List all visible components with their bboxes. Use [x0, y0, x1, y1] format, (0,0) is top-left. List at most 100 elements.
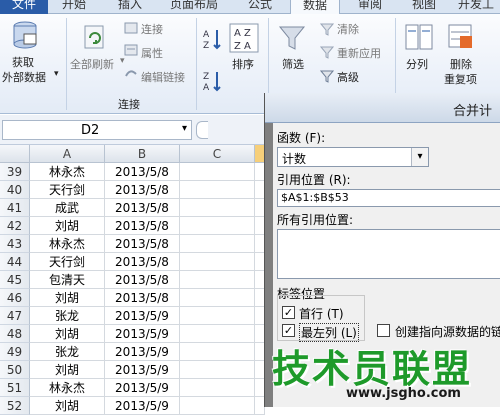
select-all-corner[interactable] [0, 145, 30, 163]
cell-date[interactable]: 2013/5/8 [105, 235, 180, 253]
tab-file[interactable]: 文件 [0, 0, 48, 14]
edit-links-button[interactable]: 编辑链接 [141, 69, 185, 85]
dropdown-arrow-icon[interactable]: ▾ [54, 69, 59, 79]
column-header-a[interactable]: A [30, 145, 105, 163]
text-to-columns-button[interactable]: 分列 [406, 56, 428, 72]
cell-date[interactable]: 2013/5/8 [105, 199, 180, 217]
row-header[interactable]: 46 [0, 289, 30, 307]
tab-insert[interactable]: 插入 [118, 0, 142, 14]
function-select[interactable]: 计数 ▾ [277, 147, 429, 167]
cell-date[interactable]: 2013/5/8 [105, 163, 180, 181]
left-column-checkbox[interactable]: ✓ [282, 324, 295, 337]
name-box[interactable]: D2 ▾ [2, 120, 192, 140]
get-external-data-label-1[interactable]: 获取 [12, 54, 34, 70]
cell-date[interactable]: 2013/5/8 [105, 253, 180, 271]
cell-name[interactable]: 刘胡 [30, 397, 105, 415]
column-header-b[interactable]: B [105, 145, 180, 163]
cell-name[interactable]: 刘胡 [30, 217, 105, 235]
top-row-checkbox[interactable]: ✓ [282, 306, 295, 319]
cell-date[interactable]: 2013/5/9 [105, 325, 180, 343]
cell-name[interactable]: 刘胡 [30, 325, 105, 343]
cell-date[interactable]: 2013/5/8 [105, 181, 180, 199]
properties-button[interactable]: 属性 [141, 45, 163, 61]
top-row-label[interactable]: 首行 (T) [299, 305, 344, 322]
cell-name[interactable]: 林永杰 [30, 235, 105, 253]
chevron-down-icon[interactable]: ▾ [411, 148, 428, 166]
cell-empty[interactable] [180, 253, 255, 271]
text-to-columns-icon[interactable] [404, 22, 434, 52]
cell-empty[interactable] [180, 379, 255, 397]
reference-input[interactable]: $A$1:$B$53 [277, 189, 500, 207]
sort-za-icon[interactable]: ZA [203, 70, 221, 93]
row-header[interactable]: 41 [0, 199, 30, 217]
sort-dialog-icon[interactable]: A Z Z A [228, 22, 260, 54]
cell-name[interactable]: 刘胡 [30, 361, 105, 379]
cell-name[interactable]: 刘胡 [30, 289, 105, 307]
tab-page-layout[interactable]: 页面布局 [170, 0, 218, 14]
row-header[interactable]: 45 [0, 271, 30, 289]
refresh-icon[interactable] [82, 24, 108, 50]
cell-empty[interactable] [180, 343, 255, 361]
cell-date[interactable]: 2013/5/9 [105, 379, 180, 397]
cell-empty[interactable] [180, 289, 255, 307]
link-source-checkbox[interactable] [377, 324, 390, 337]
cell-date[interactable]: 2013/5/9 [105, 361, 180, 379]
cell-empty[interactable] [180, 235, 255, 253]
connections-button[interactable]: 连接 [141, 21, 163, 37]
tab-formulas[interactable]: 公式 [248, 0, 272, 14]
row-header[interactable]: 44 [0, 253, 30, 271]
cell-date[interactable]: 2013/5/9 [105, 343, 180, 361]
formula-expand-handle[interactable] [196, 121, 208, 139]
row-header[interactable]: 49 [0, 343, 30, 361]
cell-name[interactable]: 天行剑 [30, 181, 105, 199]
cell-empty[interactable] [180, 307, 255, 325]
cell-empty[interactable] [180, 325, 255, 343]
row-header[interactable]: 47 [0, 307, 30, 325]
tab-data[interactable]: 数据 [290, 0, 340, 14]
tab-view[interactable]: 视图 [412, 0, 436, 14]
cell-date[interactable]: 2013/5/8 [105, 217, 180, 235]
cell-name[interactable]: 张龙 [30, 307, 105, 325]
row-header[interactable]: 52 [0, 397, 30, 415]
dialog-title-bar[interactable]: 合并计 [265, 93, 500, 123]
remove-duplicates-icon[interactable] [446, 22, 476, 52]
remove-duplicates-label-1[interactable]: 删除 [450, 56, 472, 72]
row-header[interactable]: 39 [0, 163, 30, 181]
clear-button[interactable]: 清除 [337, 21, 359, 37]
tab-review[interactable]: 审阅 [358, 0, 382, 14]
tab-home[interactable]: 开始 [62, 0, 86, 14]
cell-name[interactable]: 林永杰 [30, 379, 105, 397]
database-icon[interactable] [10, 20, 40, 50]
all-references-list[interactable] [277, 229, 500, 279]
sort-az-icon[interactable]: AZ [203, 28, 221, 51]
cell-name[interactable]: 张龙 [30, 343, 105, 361]
refresh-all-button[interactable]: 全部刷新 [70, 56, 114, 72]
row-header[interactable]: 50 [0, 361, 30, 379]
column-header-c[interactable]: C [180, 145, 255, 163]
filter-button[interactable]: 筛选 [282, 56, 304, 72]
row-header[interactable]: 42 [0, 217, 30, 235]
cell-empty[interactable] [180, 199, 255, 217]
cell-empty[interactable] [180, 271, 255, 289]
filter-icon[interactable] [278, 24, 306, 52]
cell-date[interactable]: 2013/5/8 [105, 289, 180, 307]
cell-name[interactable]: 天行剑 [30, 253, 105, 271]
cell-date[interactable]: 2013/5/9 [105, 397, 180, 415]
cell-date[interactable]: 2013/5/8 [105, 271, 180, 289]
remove-duplicates-label-2[interactable]: 重复项 [444, 71, 477, 87]
row-header[interactable]: 48 [0, 325, 30, 343]
refresh-dropdown-icon[interactable]: ▾ [120, 56, 125, 66]
advanced-button[interactable]: 高级 [337, 69, 359, 85]
reapply-button[interactable]: 重新应用 [337, 45, 381, 61]
get-external-data-label-2[interactable]: 外部数据 [2, 69, 46, 85]
name-box-dropdown-icon[interactable]: ▾ [182, 123, 187, 134]
tab-developer[interactable]: 开发工 [458, 0, 494, 14]
row-header[interactable]: 51 [0, 379, 30, 397]
cell-empty[interactable] [180, 181, 255, 199]
sort-button[interactable]: 排序 [232, 56, 254, 72]
cell-empty[interactable] [180, 397, 255, 415]
row-header[interactable]: 40 [0, 181, 30, 199]
cell-name[interactable]: 包清天 [30, 271, 105, 289]
cell-empty[interactable] [180, 361, 255, 379]
row-header[interactable]: 43 [0, 235, 30, 253]
